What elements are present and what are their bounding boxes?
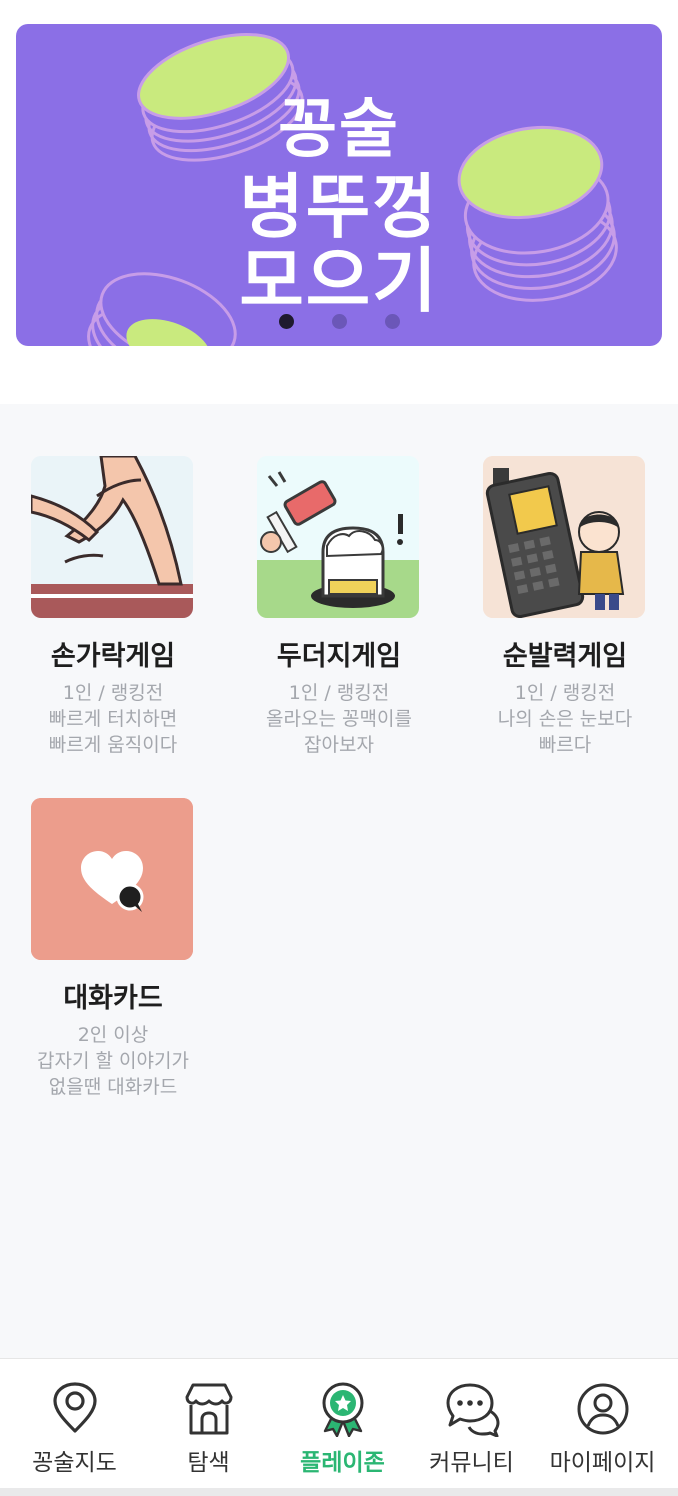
tab-mypage[interactable]: 마이페이지 [535,1359,670,1489]
game-players: 1인 / 랭킹전 [288,682,390,704]
game-desc-line1: 빠르게 터치하면 [48,708,178,730]
pagination-dot-1[interactable] [278,314,294,329]
map-pin-icon [53,1382,97,1433]
game-card-conversation[interactable]: 대화카드 2인 이상 갑자기 할 이야기가 없을땐 대화카드 [0,798,226,1098]
promo-banner[interactable]: 꽁술 병뚜껑 모으기 [16,24,662,346]
tab-map[interactable]: 꽁술지도 [7,1359,142,1489]
game-desc-line2: 없을땐 대화카드 [48,1076,178,1098]
tab-playzone[interactable]: 플레이존 [275,1359,410,1489]
badge-icon [322,1382,364,1437]
game-desc-line2: 빠르다 [538,734,592,756]
tab-label: 꽁술지도 [32,1450,117,1476]
game-players: 2인 이상 [77,1024,149,1046]
game-description: 1인 / 랭킹전 올라오는 꽁맥이를 잡아보자 [226,680,452,758]
game-description: 1인 / 랭킹전 빠르게 터치하면 빠르게 움직이다 [0,680,226,758]
game-description: 2인 이상 갑자기 할 이야기가 없을땐 대화카드 [0,1022,226,1100]
heart-chat-icon [31,798,193,960]
tab-label: 탐색 [187,1450,230,1476]
banner-title-line1: 꽁술 [278,93,400,167]
game-players: 1인 / 랭킹전 [62,682,164,704]
game-card-finger[interactable]: 손가락게임 1인 / 랭킹전 빠르게 터치하면 빠르게 움직이다 [0,456,226,756]
banner-title-line3: 모으기 [239,240,439,322]
game-desc-line2: 빠르게 움직이다 [48,734,178,756]
tab-label: 플레이존 [300,1450,385,1476]
game-title: 두더지게임 [276,641,402,672]
play-zone-grid: 손가락게임 1인 / 랭킹전 빠르게 터치하면 빠르게 움직이다 두더지게임 1… [0,404,678,1358]
pagination-dot-2[interactable] [331,314,347,329]
game-card-mole[interactable]: 두더지게임 1인 / 랭킹전 올라오는 꽁맥이를 잡아보자 [226,456,452,756]
store-icon [185,1383,233,1435]
tab-community[interactable]: 커뮤니티 [404,1359,539,1489]
game-title: 순발력게임 [502,641,628,672]
bottom-tab-bar: 꽁술지도 탐색 플레이존 커뮤니티 마이페이지 [0,1358,678,1488]
finger-run-icon [31,456,193,618]
game-title: 대화카드 [63,983,163,1014]
banner-pagination [16,314,662,333]
game-card-reflex[interactable]: 순발력게임 1인 / 랭킹전 나의 손은 눈보다 빠르다 [452,456,678,756]
tab-label: 마이페이지 [549,1450,656,1476]
phone-boy-icon [483,456,645,618]
chat-bubbles-icon [446,1383,500,1437]
game-description: 1인 / 랭킹전 나의 손은 눈보다 빠르다 [452,680,678,758]
user-icon [577,1383,629,1435]
banner-title-line2: 병뚜껑 [239,166,439,248]
game-players: 1인 / 랭킹전 [514,682,616,704]
home-indicator-bar [0,1488,678,1496]
pagination-dot-3[interactable] [384,314,400,329]
game-desc-line1: 갑자기 할 이야기가 [37,1050,189,1072]
game-title: 손가락게임 [50,641,176,672]
mole-hammer-icon [257,456,419,618]
game-desc-line1: 나의 손은 눈보다 [497,708,633,730]
game-desc-line1: 올라오는 꽁맥이를 [266,708,412,730]
game-desc-line2: 잡아보자 [304,734,374,756]
tab-explore[interactable]: 탐색 [141,1359,276,1489]
tab-label: 커뮤니티 [429,1450,514,1476]
